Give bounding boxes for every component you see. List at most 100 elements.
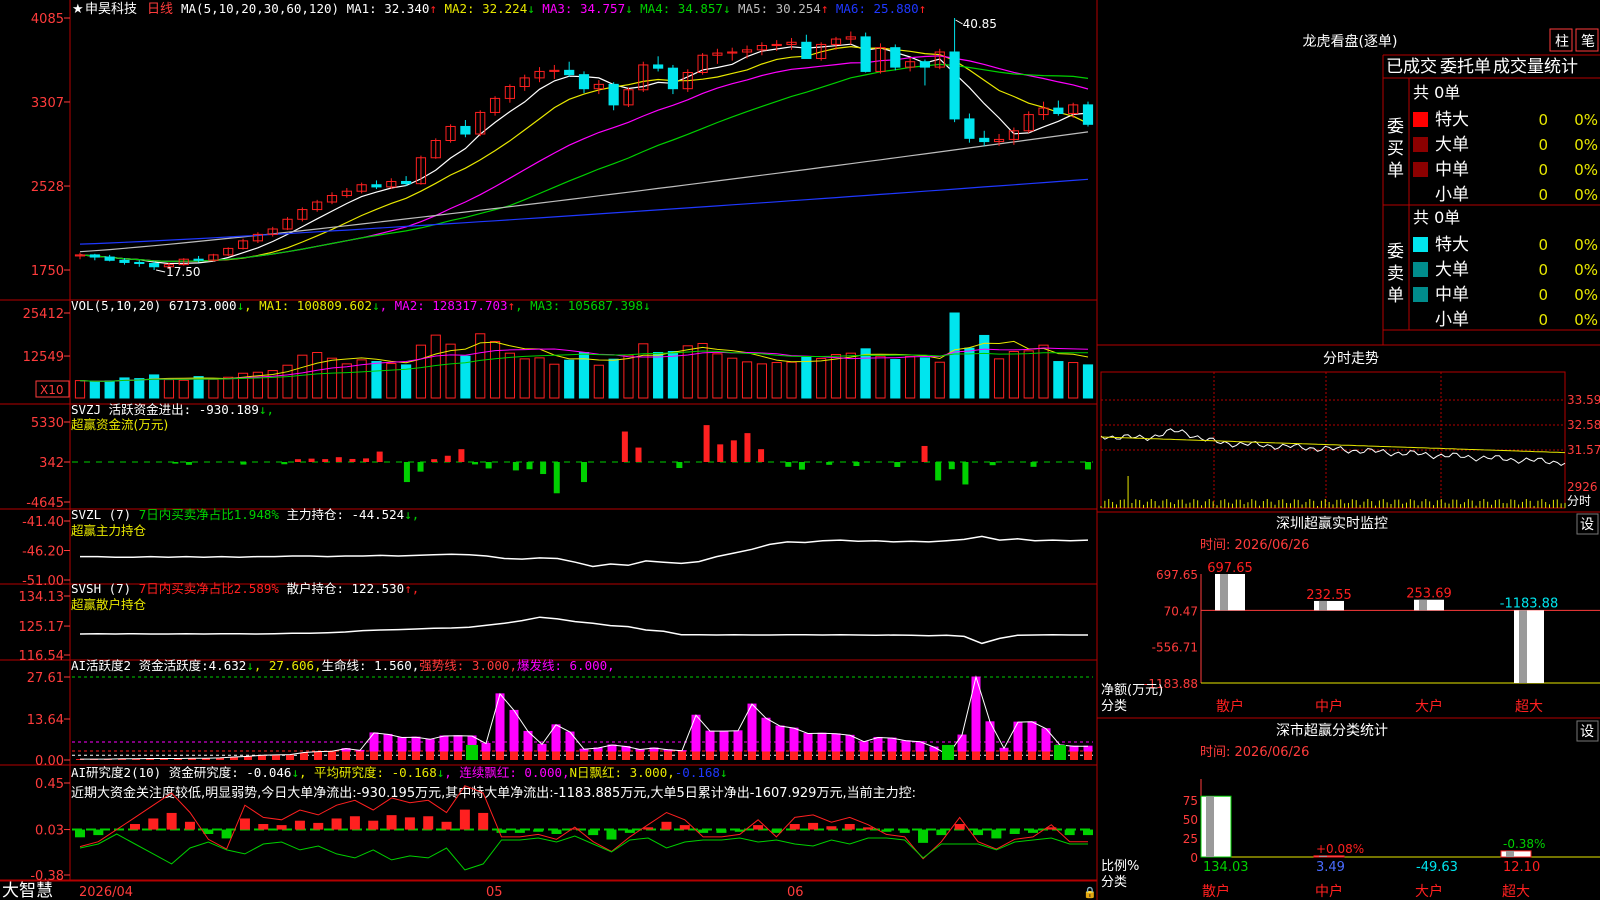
svzj-inflow-bar	[335, 457, 342, 463]
sell_group-row-pct: 0%	[1574, 236, 1598, 254]
tab-orders[interactable]: 委托单	[1440, 57, 1491, 77]
ai-strength-bar	[426, 750, 434, 760]
ai-strength-bar	[958, 750, 966, 760]
svzj-arrow: ↓,	[259, 402, 274, 417]
period-label[interactable]: 日线	[147, 2, 173, 17]
intraday-chart[interactable]: 33.59 32.58 31.57 2926分时	[1100, 371, 1600, 509]
volume-bar	[341, 363, 352, 399]
volume-bar	[297, 354, 308, 399]
svsh-y-tick: 116.54	[19, 649, 65, 664]
classify-settings-button[interactable]: 设	[1580, 724, 1594, 740]
air-red-bar	[166, 812, 177, 830]
volume-bar	[801, 356, 812, 399]
date-tick-2: 06	[787, 885, 804, 900]
volume-bar	[934, 361, 945, 399]
air-green-bar	[1009, 829, 1020, 834]
svsh-panel[interactable]: SVSH (7) 7日内买卖净占比2.589% 散户持仓: 122.530↑, …	[19, 581, 1089, 664]
pen-mode-button[interactable]: 笔	[1581, 34, 1595, 50]
volume-bar	[845, 352, 856, 399]
ma-arrow: ↓	[625, 1, 640, 16]
air-green-bar	[606, 829, 617, 840]
ai-y-tick: 0.00	[35, 754, 64, 769]
ai-item: ↓	[246, 658, 254, 673]
vol-y-tick: 25412	[23, 307, 64, 322]
svzj-y-tick: -4645	[26, 496, 64, 511]
volume-bar	[415, 344, 427, 399]
ai-strength-bar	[790, 750, 798, 760]
lock-icon[interactable]: 🔒	[1083, 886, 1097, 899]
air-green-bar	[1083, 829, 1093, 836]
candle-down	[919, 61, 931, 68]
svsh-value: 122.530	[352, 581, 405, 596]
main-price-panel[interactable]: ★ 申昊科技 日线 MA(5,10,20,30,60,120) MA1: 32.…	[31, 1, 1094, 279]
air-red-bar	[826, 826, 837, 830]
ma-name: MA6:	[836, 1, 874, 16]
svzl-arrow: ↓,	[404, 507, 419, 522]
ai-strength-bar	[972, 750, 980, 760]
vol-ma-arrow: ↑	[508, 298, 516, 313]
svzl-panel[interactable]: SVZL (7) 7日内买卖净占比1.948% 主力持仓: -44.524↓, …	[22, 507, 1089, 589]
svzj-outflow-bar	[962, 462, 969, 485]
svzj-value: -930.189	[199, 402, 259, 417]
tab-volume-stats[interactable]: 成交量统计	[1493, 57, 1578, 77]
ai-strength-bar	[1000, 750, 1008, 760]
classify-value-label: -49.63	[1416, 860, 1458, 875]
sell_group-label-char: 单	[1387, 286, 1404, 306]
ma-name: MA5:	[738, 1, 776, 16]
volume-bar	[741, 361, 753, 399]
volume-bar	[1008, 351, 1019, 399]
ma-value: 34.757	[580, 1, 625, 16]
ai-strength-bar	[706, 750, 714, 760]
candle-down	[1053, 107, 1064, 115]
bar-mode-button[interactable]: 柱	[1555, 34, 1569, 50]
classify-title: 深市超赢分类统计	[1276, 722, 1388, 739]
air-green-bar	[93, 829, 104, 836]
volume-panel[interactable]: VOL(5,10,20) 67173.000↓, MA1: 100809.602…	[23, 298, 1094, 399]
ai-strength-bar	[664, 750, 672, 760]
ai-research-panel[interactable]: AI研究度2(10) 资金研究度: -0.046↓, 平均研究度: -0.168…	[30, 765, 1093, 884]
sell_group-row-name: 特大	[1435, 235, 1469, 255]
air-green-bar	[588, 829, 599, 836]
svsh-field: 散户持仓:	[286, 581, 351, 596]
svzj-outflow-bar	[485, 462, 492, 469]
ai-research-legend: AI研究度2(10) 资金研究度: -0.046↓, 平均研究度: -0.168…	[71, 765, 727, 780]
ma-value: 25.880	[874, 1, 919, 16]
ai-strength-bar	[986, 750, 994, 760]
ai-strength-bar	[580, 750, 588, 760]
volume-bar	[919, 357, 931, 399]
candle-down	[949, 51, 960, 120]
svzj-outflow-bar	[894, 462, 901, 467]
svzj-panel[interactable]: SVZJ 活跃资金进出: -930.189↓, 超赢资金流(万元) 5330 34…	[26, 402, 1093, 511]
air-y-tick: 0.03	[35, 824, 64, 839]
classify-bar-shade	[1319, 855, 1327, 857]
svzj-inflow-bar	[444, 455, 451, 463]
candle-down	[401, 181, 412, 185]
volume-bar	[653, 352, 664, 399]
volume-bar	[964, 347, 975, 399]
ai-strength-bar	[524, 750, 532, 760]
date-tick-0: 2026/04	[79, 885, 133, 900]
volume-bar	[1068, 362, 1079, 399]
air-red-bar	[404, 817, 415, 830]
monitor-settings-button[interactable]: 设	[1580, 517, 1594, 533]
intraday-y-tick: 31.57	[1567, 443, 1600, 457]
tab-filled[interactable]: 已成交	[1386, 57, 1437, 77]
monitor-value-label: 232.55	[1306, 588, 1352, 603]
sell_group-row-pct: 0%	[1574, 286, 1598, 304]
ma-arrow: ↓	[723, 1, 738, 16]
ai-strength-bar	[650, 750, 658, 760]
ai-active-panel[interactable]: AI活跃度2 资金活跃度:4.632↓, 27.606,生命线: 1.560,强…	[27, 658, 1093, 769]
classify-value-label: 134.03	[1203, 860, 1249, 875]
svzj-outflow-bar	[403, 462, 410, 483]
ai-strength-bar	[608, 750, 616, 760]
ai-strength-bar	[272, 754, 280, 760]
svzj-outflow-bar	[989, 462, 996, 466]
ai-strength-bar	[804, 750, 812, 760]
air-item: , 连续飘红: 0.000,	[444, 765, 569, 780]
volume-bar	[682, 345, 693, 399]
ma-name: MA2:	[444, 1, 482, 16]
ai-strength-bar	[636, 750, 644, 760]
svsh-y-tick: 125.17	[19, 620, 65, 635]
ma-legend: MA(5,10,20,30,60,120) MA1: 32.340↑ MA2: …	[181, 1, 926, 16]
air-red-bar	[844, 824, 855, 830]
